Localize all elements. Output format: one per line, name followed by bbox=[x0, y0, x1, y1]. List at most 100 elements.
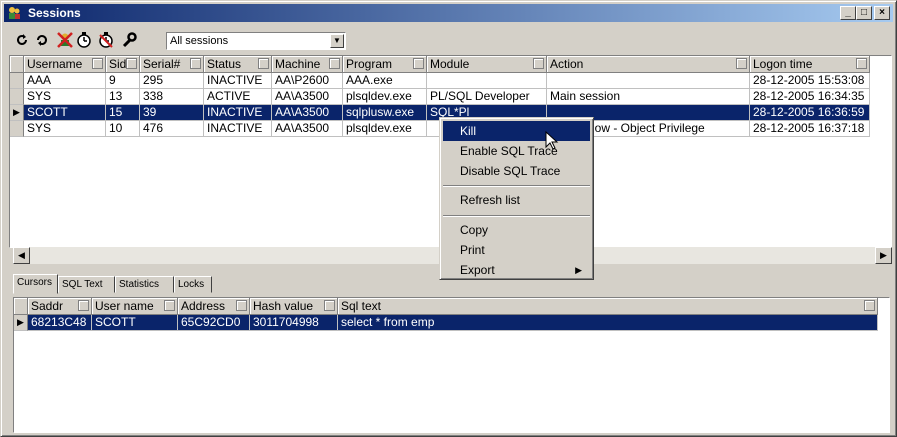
table-cell: 65C92CD0 bbox=[178, 315, 250, 331]
column-header[interactable]: User name bbox=[92, 298, 178, 315]
toolbar: All sessions ▼ bbox=[5, 27, 892, 51]
enable-trace-icon[interactable] bbox=[75, 31, 93, 49]
column-header[interactable]: Address bbox=[178, 298, 250, 315]
table-cell: 10 bbox=[106, 121, 140, 137]
column-header-label: Logon time bbox=[753, 57, 813, 71]
session-filter-select[interactable]: All sessions ▼ bbox=[166, 32, 346, 50]
column-filter-icon[interactable] bbox=[533, 58, 544, 69]
table-cell: INACTIVE bbox=[204, 73, 272, 89]
column-filter-icon[interactable] bbox=[126, 58, 137, 69]
column-header-label: Serial# bbox=[143, 57, 181, 71]
table-cell: 13 bbox=[106, 89, 140, 105]
auto-refresh-icon[interactable] bbox=[33, 31, 51, 49]
row-indicator bbox=[10, 121, 24, 137]
table-cell: 15 bbox=[106, 105, 140, 121]
tab-sql-text[interactable]: SQL Text bbox=[58, 276, 115, 293]
session-filter-value: All sessions bbox=[170, 35, 229, 47]
table-cell: 338 bbox=[140, 89, 204, 105]
table-cell: PL/SQL Developer bbox=[427, 89, 547, 105]
column-filter-icon[interactable] bbox=[856, 58, 867, 69]
column-filter-icon[interactable] bbox=[329, 58, 340, 69]
table-cell: AA\P2600 bbox=[272, 73, 343, 89]
row-indicator bbox=[10, 73, 24, 89]
table-cell: SYS bbox=[24, 121, 106, 137]
menu-item-disable-sql-trace[interactable]: Disable SQL Trace bbox=[443, 161, 590, 181]
refresh-icon[interactable] bbox=[13, 31, 31, 49]
menu-item-enable-sql-trace[interactable]: Enable SQL Trace bbox=[443, 141, 590, 161]
column-filter-icon[interactable] bbox=[190, 58, 201, 69]
column-header[interactable]: Sql text bbox=[338, 298, 878, 315]
menu-item-kill[interactable]: Kill bbox=[443, 121, 590, 141]
column-filter-icon[interactable] bbox=[413, 58, 424, 69]
tab-locks[interactable]: Locks bbox=[174, 276, 212, 293]
column-filter-icon[interactable] bbox=[258, 58, 269, 69]
tab-statistics[interactable]: Statistics bbox=[115, 276, 174, 293]
column-header-label: Program bbox=[346, 57, 393, 71]
table-cell: 28-12-2005 15:53:08 bbox=[750, 73, 870, 89]
column-header-label: Action bbox=[550, 57, 584, 71]
column-header[interactable]: Sid bbox=[106, 56, 140, 73]
table-row[interactable]: ▶ 68213C48 SCOTT 65C92CD0 3011704998 select *… bbox=[14, 315, 878, 331]
column-header[interactable]: Status bbox=[204, 56, 272, 73]
menu-item-copy[interactable]: Copy bbox=[443, 220, 590, 240]
table-cell: sqlplusw.exe bbox=[343, 105, 427, 121]
table-cell: 28-12-2005 16:36:59 bbox=[750, 105, 870, 121]
close-button[interactable]: × bbox=[874, 6, 890, 20]
wrench-icon[interactable] bbox=[120, 31, 138, 49]
minimize-button[interactable]: _ bbox=[840, 6, 856, 20]
column-filter-icon[interactable] bbox=[92, 58, 103, 69]
context-menu: Kill Enable SQL Trace Disable SQL Trace … bbox=[439, 117, 594, 280]
disable-trace-icon[interactable] bbox=[97, 31, 115, 49]
table-cell: AA\A3500 bbox=[272, 121, 343, 137]
table-cell: plsqldev.exe bbox=[343, 121, 427, 137]
table-cell: 3011704998 bbox=[250, 315, 338, 331]
table-row[interactable]: SYS 13 338 ACTIVE AA\A3500 plsqldev.exe PL/SQL… bbox=[10, 89, 870, 105]
column-header[interactable]: Module bbox=[427, 56, 547, 73]
table-cell: 68213C48 bbox=[28, 315, 92, 331]
scroll-right-button[interactable]: ▶ bbox=[875, 247, 892, 264]
column-header-label: Status bbox=[207, 57, 242, 71]
column-header[interactable]: Logon time bbox=[750, 56, 870, 73]
scroll-left-button[interactable]: ◀ bbox=[13, 247, 30, 264]
column-header[interactable]: Machine bbox=[272, 56, 343, 73]
column-header[interactable]: Serial# bbox=[140, 56, 204, 73]
column-filter-icon[interactable] bbox=[324, 300, 335, 311]
table-cell: 9 bbox=[106, 73, 140, 89]
title-bar[interactable]: Sessions _ □ × bbox=[4, 4, 893, 22]
column-filter-icon[interactable] bbox=[164, 300, 175, 311]
column-header-label: Module bbox=[430, 57, 470, 71]
column-header[interactable]: Username bbox=[24, 56, 106, 73]
tab-cursors[interactable]: Cursors bbox=[13, 274, 58, 294]
menu-item-export[interactable]: Export ▶ bbox=[443, 260, 590, 280]
kill-session-icon[interactable] bbox=[56, 31, 74, 49]
menu-item-refresh-list[interactable]: Refresh list bbox=[443, 190, 590, 210]
column-header[interactable]: Action bbox=[547, 56, 750, 73]
column-header[interactable]: Program bbox=[343, 56, 427, 73]
table-cell: 28-12-2005 16:34:35 bbox=[750, 89, 870, 105]
table-cell: plsqldev.exe bbox=[343, 89, 427, 105]
table-cell: AAA bbox=[24, 73, 106, 89]
table-cell: 476 bbox=[140, 121, 204, 137]
menu-item-print[interactable]: Print bbox=[443, 240, 590, 260]
column-filter-icon[interactable] bbox=[78, 300, 89, 311]
column-header[interactable]: Hash value bbox=[250, 298, 338, 315]
table-cell: SCOTT bbox=[92, 315, 178, 331]
grid-corner bbox=[14, 298, 28, 315]
table-row[interactable]: AAA 9 295 INACTIVE AA\P2600 AAA.exe 28-12-2005… bbox=[10, 73, 870, 89]
cursors-grid[interactable]: Saddr User name Address Hash value Sql text ▶… bbox=[13, 297, 890, 433]
table-cell: AAA.exe bbox=[343, 73, 427, 89]
column-header-label: Address bbox=[181, 299, 226, 313]
column-filter-icon[interactable] bbox=[236, 300, 247, 311]
maximize-button[interactable]: □ bbox=[856, 6, 872, 20]
column-filter-icon[interactable] bbox=[864, 300, 875, 311]
column-header-label: User name bbox=[95, 299, 154, 313]
table-cell bbox=[547, 73, 750, 89]
table-cell: 39 bbox=[140, 105, 204, 121]
column-filter-icon[interactable] bbox=[736, 58, 747, 69]
column-header[interactable]: Saddr bbox=[28, 298, 92, 315]
chevron-down-icon[interactable]: ▼ bbox=[330, 34, 344, 48]
column-header-label: Username bbox=[27, 57, 83, 71]
table-cell: AA\A3500 bbox=[272, 89, 343, 105]
menu-separator bbox=[443, 215, 590, 217]
sessions-window: Sessions _ □ × All sessions ▼ Username Si… bbox=[0, 0, 897, 437]
